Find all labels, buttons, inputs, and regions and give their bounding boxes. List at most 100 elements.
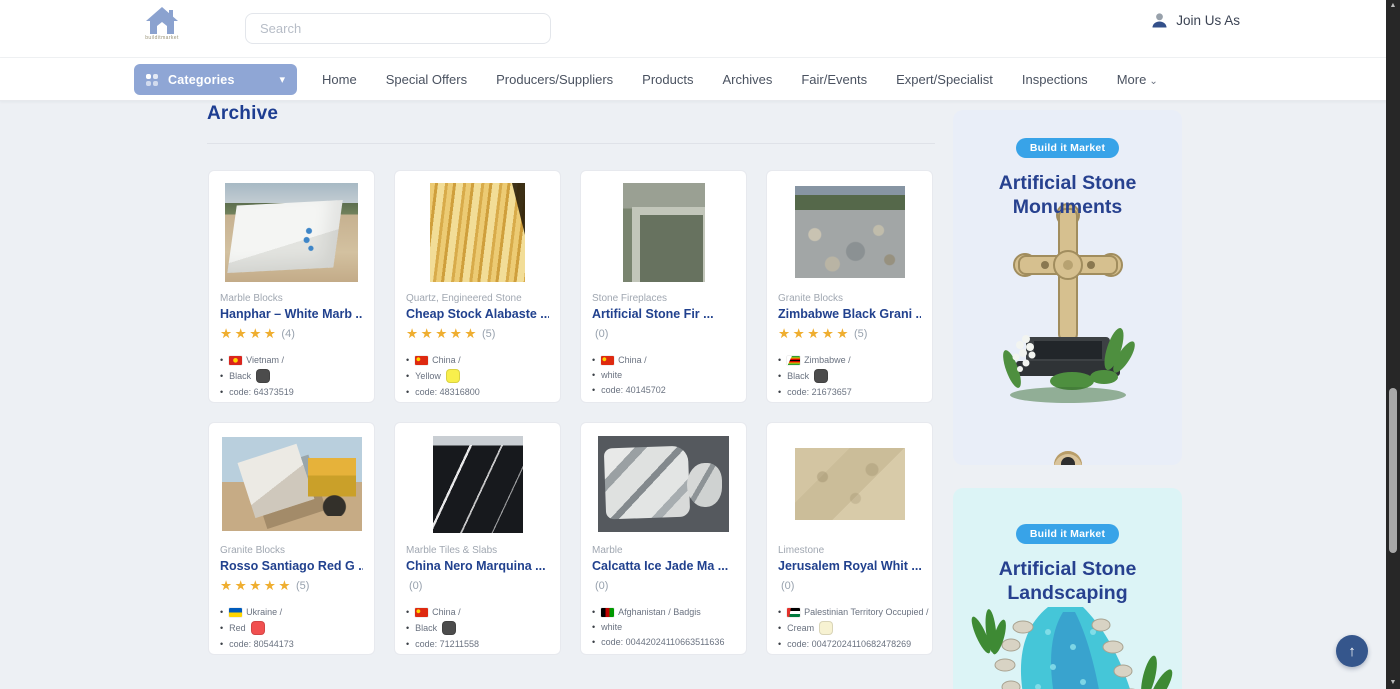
product-color: Cream	[778, 621, 921, 635]
scrollbar[interactable]: ▲ ▼	[1386, 0, 1400, 689]
star-icons: ★★★★★	[406, 327, 479, 341]
ad-artificial-stone-monuments[interactable]: Build it Market Artificial Stone Monumen…	[953, 110, 1182, 465]
product-color: Yellow	[406, 369, 549, 383]
categories-button[interactable]: Categories ▾	[134, 64, 297, 95]
search-input[interactable]	[245, 13, 551, 44]
product-origin: China /	[406, 606, 549, 618]
ad-artificial-stone-landscaping[interactable]: Build it Market Artificial Stone Landsca…	[953, 488, 1182, 689]
nav-item-products[interactable]: Products	[642, 72, 693, 87]
product-details: China / white code: 40145702	[592, 354, 735, 396]
product-origin: Afghanistan / Badgis	[592, 606, 735, 618]
product-code: code: 80544173	[220, 638, 363, 650]
product-title[interactable]: Hanphar – White Marb ...	[220, 307, 363, 321]
nav-item-archives[interactable]: Archives	[722, 72, 772, 87]
product-image	[795, 186, 905, 278]
product-rating: (0)	[592, 577, 735, 594]
country-flag-icon	[601, 356, 614, 365]
house-logo-icon	[144, 7, 180, 34]
scroll-to-top-button[interactable]: ↑	[1336, 635, 1368, 667]
nav-item-producers-suppliers[interactable]: Producers/Suppliers	[496, 72, 613, 87]
product-title[interactable]: Jerusalem Royal Whit ...	[778, 559, 921, 573]
build-it-market-badge[interactable]: Build it Market	[1016, 524, 1119, 544]
product-image-wrap	[778, 432, 921, 536]
ad-title: Artificial Stone Monuments	[978, 171, 1158, 219]
page-title: Archive	[207, 103, 278, 125]
product-card[interactable]: Marble Tiles & Slabs China Nero Marquina…	[394, 422, 561, 655]
product-color: Red	[220, 621, 363, 635]
color-swatch	[256, 369, 270, 383]
nav-item-home[interactable]: Home	[322, 72, 357, 87]
country-flag-icon	[415, 356, 428, 365]
product-image	[623, 183, 705, 282]
product-code: code: 64373519	[220, 386, 363, 398]
nav-item-more[interactable]: More⌄	[1117, 72, 1158, 87]
nav-item-fair-events[interactable]: Fair/Events	[801, 72, 867, 87]
product-title[interactable]: Rosso Santiago Red G ...	[220, 559, 363, 573]
navbar: Categories ▾ Home Special Offers Produce…	[0, 58, 1400, 101]
product-image-wrap	[406, 180, 549, 284]
product-code: code: 71211558	[406, 638, 549, 650]
product-details: Afghanistan / Badgis white code: 0044202…	[592, 606, 735, 648]
rating-count: (5)	[482, 328, 495, 340]
color-swatch	[442, 621, 456, 635]
chevron-down-icon: ⌄	[1149, 76, 1157, 87]
site-logo[interactable]: builditmarket	[142, 7, 182, 41]
arrow-up-icon: ↑	[1348, 643, 1356, 660]
rating-count: (0)	[409, 580, 422, 592]
product-color: white	[592, 621, 735, 633]
product-image-wrap	[778, 180, 921, 284]
nav-item-inspections[interactable]: Inspections	[1022, 72, 1088, 87]
product-details: Zimbabwe / Black code: 21673657	[778, 354, 921, 398]
product-card[interactable]: Marble Calcatta Ice Jade Ma ... (0) Afgh…	[580, 422, 747, 655]
color-swatch	[819, 621, 833, 635]
product-image	[225, 183, 358, 282]
country-flag-icon	[787, 356, 800, 365]
product-title[interactable]: China Nero Marquina ...	[406, 559, 549, 573]
product-origin: Palestinian Territory Occupied /	[778, 606, 921, 618]
product-title[interactable]: Calcatta Ice Jade Ma ...	[592, 559, 735, 573]
categories-label: Categories	[168, 73, 235, 87]
rating-count: (0)	[595, 580, 608, 592]
color-swatch	[814, 369, 828, 383]
country-flag-icon	[601, 608, 614, 617]
product-card[interactable]: Quartz, Engineered Stone Cheap Stock Ala…	[394, 170, 561, 403]
scrollbar-up-arrow[interactable]: ▲	[1386, 1, 1400, 11]
scrollbar-down-arrow[interactable]: ▼	[1386, 678, 1400, 688]
grid-icon	[146, 74, 158, 86]
nav-item-expert-specialist[interactable]: Expert/Specialist	[896, 72, 993, 87]
product-category: Stone Fireplaces	[592, 293, 735, 304]
product-rating: ★★★★★ (5)	[778, 325, 921, 342]
product-color: Black	[406, 621, 549, 635]
product-card[interactable]: Marble Blocks Hanphar – White Marb ... ★…	[208, 170, 375, 403]
product-card[interactable]: Limestone Jerusalem Royal Whit ... (0) P…	[766, 422, 933, 655]
product-card[interactable]: Stone Fireplaces Artificial Stone Fir ..…	[580, 170, 747, 403]
product-details: China / Black code: 71211558	[406, 606, 549, 650]
rating-count: (5)	[854, 328, 867, 340]
product-origin: Zimbabwe /	[778, 354, 921, 366]
product-card[interactable]: Granite Blocks Zimbabwe Black Grani ... …	[766, 170, 933, 403]
product-image-wrap	[592, 180, 735, 284]
product-code: code: 48316800	[406, 386, 549, 398]
product-title[interactable]: Zimbabwe Black Grani ...	[778, 307, 921, 321]
product-title[interactable]: Cheap Stock Alabaste ...	[406, 307, 549, 321]
product-card[interactable]: Granite Blocks Rosso Santiago Red G ... …	[208, 422, 375, 655]
build-it-market-badge[interactable]: Build it Market	[1016, 138, 1119, 158]
product-rating: ★★★★ (4)	[220, 325, 363, 342]
join-us-link[interactable]: Join Us As	[1151, 12, 1240, 29]
product-color: white	[592, 369, 735, 381]
product-image	[795, 448, 905, 520]
nav-item-special-offers[interactable]: Special Offers	[386, 72, 467, 87]
product-image	[222, 437, 362, 531]
scrollbar-thumb[interactable]	[1389, 388, 1397, 553]
user-icon	[1151, 12, 1168, 29]
product-rating: (0)	[778, 577, 921, 594]
country-flag-icon	[415, 608, 428, 617]
product-details: Palestinian Territory Occupied / Cream c…	[778, 606, 921, 650]
rating-count: (0)	[781, 580, 794, 592]
page: builditmarket Join Us As Categories ▾ Ho…	[0, 0, 1400, 689]
product-title[interactable]: Artificial Stone Fir ...	[592, 307, 735, 321]
color-swatch	[251, 621, 265, 635]
product-rating: ★★★★★ (5)	[406, 325, 549, 342]
product-image	[433, 436, 523, 533]
divider	[207, 143, 935, 144]
